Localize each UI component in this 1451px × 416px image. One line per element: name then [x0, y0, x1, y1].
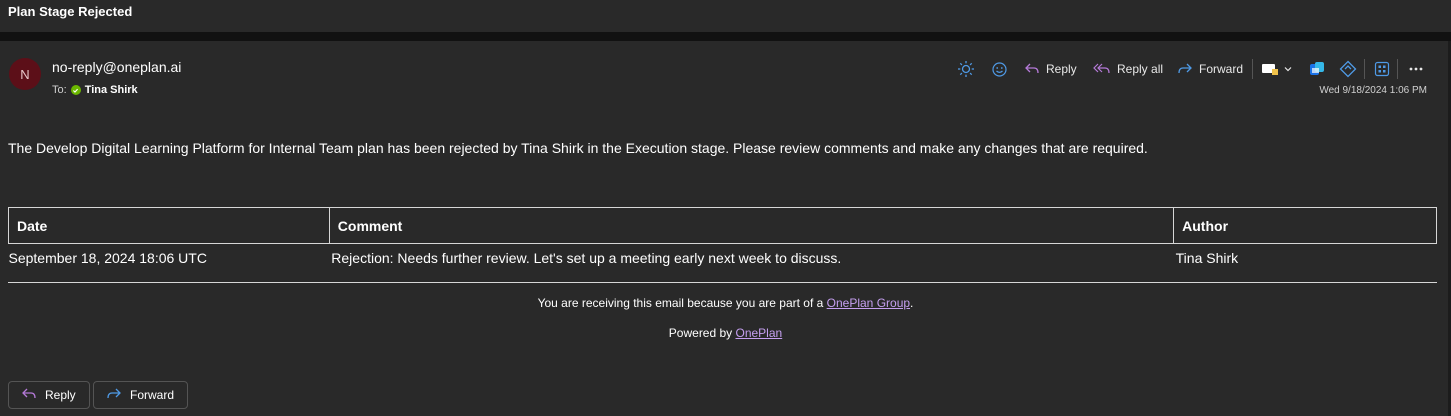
loop-button[interactable]: [1339, 57, 1357, 81]
emoji-button[interactable]: [991, 57, 1008, 81]
apps-button[interactable]: [1374, 57, 1390, 81]
cell-author: Tina Shirk: [1175, 250, 1239, 266]
column-header-author: Author: [1173, 207, 1437, 244]
sun-button[interactable]: [957, 57, 975, 81]
oneplan-group-link[interactable]: OnePlan Group: [827, 296, 910, 310]
forward-icon: [106, 387, 122, 404]
recipient-name[interactable]: Tina Shirk: [85, 84, 138, 96]
forward-button-label: Forward: [130, 388, 175, 402]
emoji-icon: [991, 61, 1008, 78]
sun-icon: [957, 60, 975, 78]
chevron-down-icon: [1283, 64, 1293, 74]
receiving-prefix: You are receiving this email because you…: [537, 296, 827, 310]
column-header-comment: Comment: [328, 207, 1175, 244]
reply-icon: [1024, 62, 1040, 76]
sender-email[interactable]: no-reply@oneplan.ai: [52, 59, 181, 75]
receiving-suffix: .: [910, 296, 914, 310]
toolbar-separator-3: [1397, 59, 1398, 79]
reply-all-icon: [1093, 62, 1111, 76]
oneplan-link[interactable]: OnePlan: [736, 326, 783, 340]
sender-avatar[interactable]: N: [9, 58, 41, 90]
forward-label: Forward: [1199, 62, 1244, 76]
apps-icon: [1374, 61, 1390, 77]
powered-by: Powered by OnePlan: [0, 326, 1451, 340]
reply-icon: [21, 387, 37, 404]
column-header-date: Date: [8, 207, 330, 244]
reply-toolbar-button[interactable]: Reply: [1024, 57, 1077, 81]
more-actions-button[interactable]: [1408, 57, 1424, 81]
message-body: The Develop Digital Learning Platform fo…: [8, 140, 1148, 156]
more-icon: [1408, 66, 1424, 72]
reply-label: Reply: [1046, 62, 1077, 76]
footer-divider: [8, 282, 1437, 283]
copilot-icon: [1308, 60, 1326, 78]
reply-all-label: Reply all: [1117, 62, 1164, 76]
to-line: To: Tina Shirk: [52, 84, 138, 96]
toolbar-separator: [1252, 59, 1253, 79]
loop-icon: [1339, 60, 1357, 78]
reply-button[interactable]: Reply: [8, 381, 90, 409]
received-timestamp: Wed 9/18/2024 1:06 PM: [1319, 85, 1427, 96]
table-row: September 18, 2024 18:06 UTC Rejection: …: [9, 244, 1437, 273]
to-label: To:: [52, 84, 67, 96]
receiving-notice: You are receiving this email because you…: [0, 296, 1451, 310]
table-header-row: Date Comment Author: [8, 207, 1437, 244]
mark-dropdown-button[interactable]: [1261, 57, 1293, 81]
header-divider: [0, 32, 1451, 41]
copilot-button[interactable]: [1308, 57, 1326, 81]
cell-date: September 18, 2024 18:06 UTC: [8, 250, 207, 266]
comments-table: Date Comment Author September 18, 2024 1…: [8, 207, 1437, 272]
reply-button-label: Reply: [45, 388, 76, 402]
presence-available-icon: [70, 85, 81, 95]
cell-comment: Rejection: Needs further review. Let's s…: [331, 250, 842, 266]
mark-icon: [1261, 62, 1279, 76]
forward-icon: [1177, 62, 1193, 76]
toolbar-separator-2: [1364, 59, 1365, 79]
subject-bar: Plan Stage Rejected: [0, 0, 1451, 32]
reply-all-toolbar-button[interactable]: Reply all: [1093, 57, 1163, 81]
forward-toolbar-button[interactable]: Forward: [1177, 57, 1243, 81]
forward-button[interactable]: Forward: [93, 381, 188, 409]
powered-prefix: Powered by: [668, 326, 736, 340]
email-subject: Plan Stage Rejected: [8, 4, 133, 19]
